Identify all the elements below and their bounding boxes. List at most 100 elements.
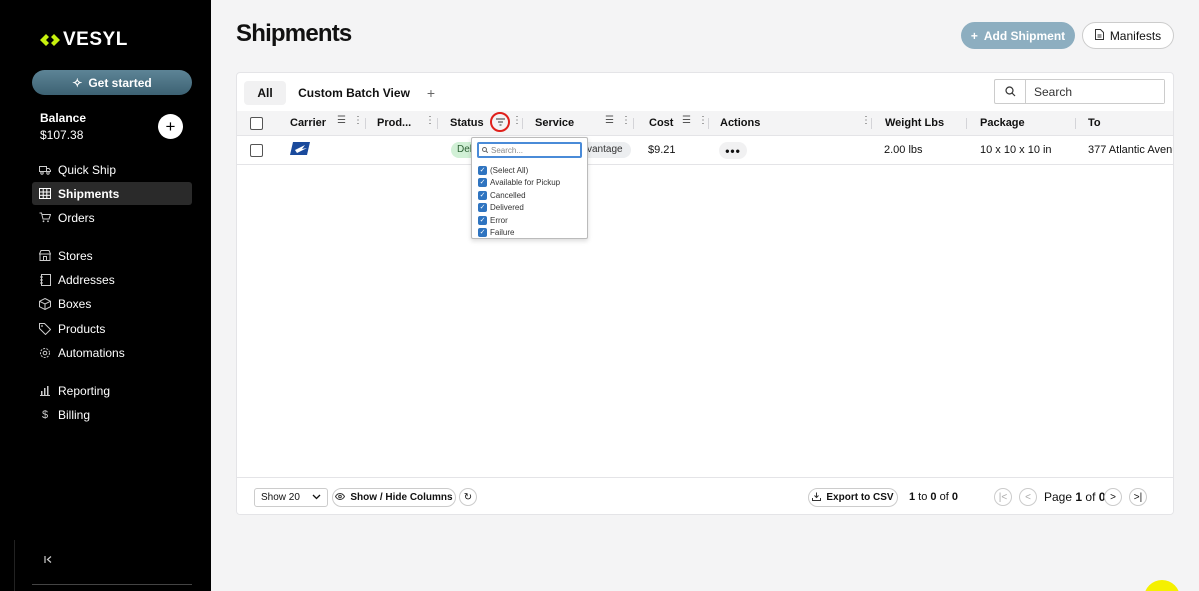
column-menu-icon[interactable]: ⋮: [425, 115, 435, 126]
last-page-icon[interactable]: >|: [1129, 488, 1147, 506]
document-icon: [1094, 28, 1104, 43]
column-weight[interactable]: Weight Lbs: [885, 117, 944, 129]
show-hide-columns-button[interactable]: Show / Hide Columns: [332, 488, 456, 507]
sidebar-item-stores[interactable]: Stores: [32, 244, 192, 267]
filter-option-select-all[interactable]: ✓ (Select All): [478, 165, 528, 176]
eye-icon: [335, 492, 346, 503]
column-menu-icon[interactable]: ⋮: [353, 115, 363, 126]
collapse-sidebar-icon[interactable]: [44, 555, 53, 567]
sidebar-item-quick-ship[interactable]: Quick Ship: [32, 158, 192, 181]
sidebar-item-label: Reporting: [58, 383, 111, 398]
grid-header: Carrier ☰ ⋮ Prod... ⋮ Status ⋮ Service ☰…: [237, 111, 1173, 136]
column-cost[interactable]: Cost: [649, 117, 673, 129]
filter-option-label: Error: [490, 216, 508, 225]
checkbox-checked-icon[interactable]: ✓: [478, 228, 487, 237]
sidebar-item-addresses[interactable]: Addresses: [32, 268, 192, 291]
tab-all[interactable]: All: [244, 81, 286, 105]
help-widget-button[interactable]: [1144, 580, 1180, 591]
filter-option-available-for-pickup[interactable]: ✓ Available for Pickup: [478, 177, 560, 188]
status-filter-icon[interactable]: [490, 112, 510, 132]
filter-option-delivered[interactable]: ✓ Delivered: [478, 202, 524, 213]
filter-icon[interactable]: ☰: [682, 115, 691, 126]
column-service[interactable]: Service: [535, 117, 574, 129]
filter-search-box: [477, 142, 582, 158]
checkbox-checked-icon[interactable]: ✓: [478, 203, 487, 212]
manifests-button[interactable]: Manifests: [1082, 22, 1174, 49]
previous-page-icon[interactable]: <: [1019, 488, 1037, 506]
sidebar-item-label: Orders: [58, 210, 95, 225]
search-icon[interactable]: [995, 80, 1026, 103]
table-row[interactable]: Del vantage $9.21 ••• 2.00 lbs 10 x 10 x…: [237, 136, 1173, 165]
bar-chart-icon: [39, 385, 51, 397]
brand-logo[interactable]: VESYL: [40, 29, 128, 51]
column-separator[interactable]: [1075, 118, 1076, 129]
add-shipment-button[interactable]: + Add Shipment: [961, 22, 1075, 49]
get-started-button[interactable]: ✧ Get started: [32, 70, 192, 95]
column-menu-icon[interactable]: ⋮: [698, 115, 708, 126]
gear-icon: [39, 347, 51, 359]
grid-icon: [39, 188, 51, 200]
page-size-select[interactable]: Show 20: [254, 488, 328, 507]
select-all-checkbox[interactable]: [250, 117, 263, 130]
column-separator[interactable]: [522, 118, 523, 129]
tab-custom-batch-view[interactable]: Custom Batch View: [297, 81, 411, 105]
add-balance-button[interactable]: +: [158, 114, 183, 139]
column-menu-icon[interactable]: ⋮: [861, 115, 871, 126]
store-icon: [39, 250, 51, 262]
sidebar-item-products[interactable]: Products: [32, 317, 192, 340]
column-menu-icon[interactable]: ⋮: [512, 115, 522, 126]
column-separator[interactable]: [437, 118, 438, 129]
checkbox-checked-icon[interactable]: ✓: [478, 166, 487, 175]
column-to[interactable]: To: [1088, 117, 1101, 129]
export-csv-button[interactable]: Export to CSV: [808, 488, 898, 507]
checkbox-checked-icon[interactable]: ✓: [478, 178, 487, 187]
filter-option-label: Failure: [490, 228, 515, 237]
add-shipment-label: Add Shipment: [983, 28, 1066, 43]
address-book-icon: [39, 273, 51, 286]
sidebar-item-automations[interactable]: Automations: [32, 341, 192, 364]
column-status[interactable]: Status: [450, 117, 484, 129]
column-actions[interactable]: Actions: [720, 117, 760, 129]
first-page-icon[interactable]: |<: [994, 488, 1012, 506]
checkbox-checked-icon[interactable]: ✓: [478, 216, 487, 225]
sidebar-item-label: Shipments: [58, 186, 120, 201]
filter-icon[interactable]: ☰: [605, 115, 614, 126]
grid-footer: Show 20 Show / Hide Columns ↻ Export to …: [237, 477, 1173, 514]
filter-option-label: Available for Pickup: [490, 178, 561, 187]
add-view-button[interactable]: +: [423, 81, 439, 105]
next-page-icon[interactable]: >: [1104, 488, 1122, 506]
get-started-label: Get started: [88, 75, 152, 90]
filter-option-failure[interactable]: ✓ Failure: [478, 227, 514, 238]
plus-icon: +: [970, 28, 978, 43]
filter-option-cancelled[interactable]: ✓ Cancelled: [478, 190, 526, 201]
column-separator[interactable]: [708, 118, 709, 129]
column-product[interactable]: Prod...: [377, 117, 411, 129]
column-menu-icon[interactable]: ⋮: [621, 115, 631, 126]
sidebar-item-label: Stores: [58, 248, 93, 263]
search-icon: [482, 146, 489, 155]
column-separator[interactable]: [871, 118, 872, 129]
chevron-down-icon: [312, 492, 321, 503]
sidebar-item-orders[interactable]: Orders: [32, 206, 192, 229]
page-of: of: [1085, 490, 1096, 504]
page-current: 1: [1075, 490, 1083, 504]
sidebar-item-reporting[interactable]: Reporting: [32, 379, 192, 402]
search-input[interactable]: [1026, 80, 1164, 103]
sidebar-item-billing[interactable]: $ Billing: [32, 403, 192, 426]
cost-cell: $9.21: [648, 144, 676, 156]
column-separator[interactable]: [966, 118, 967, 129]
row-checkbox[interactable]: [250, 144, 263, 157]
column-separator[interactable]: [633, 118, 634, 129]
sidebar-item-shipments[interactable]: Shipments: [32, 182, 192, 205]
column-package[interactable]: Package: [980, 117, 1025, 129]
vesyl-logo-icon: [40, 34, 60, 46]
filter-icon[interactable]: ☰: [337, 115, 346, 126]
filter-search-input[interactable]: [491, 145, 571, 155]
column-separator[interactable]: [365, 118, 366, 129]
row-actions-button[interactable]: •••: [719, 142, 747, 159]
reset-icon[interactable]: ↻: [459, 488, 477, 506]
filter-option-error[interactable]: ✓ Error: [478, 215, 508, 226]
column-carrier[interactable]: Carrier: [290, 117, 326, 129]
checkbox-checked-icon[interactable]: ✓: [478, 191, 487, 200]
sidebar-item-boxes[interactable]: Boxes: [32, 292, 192, 315]
